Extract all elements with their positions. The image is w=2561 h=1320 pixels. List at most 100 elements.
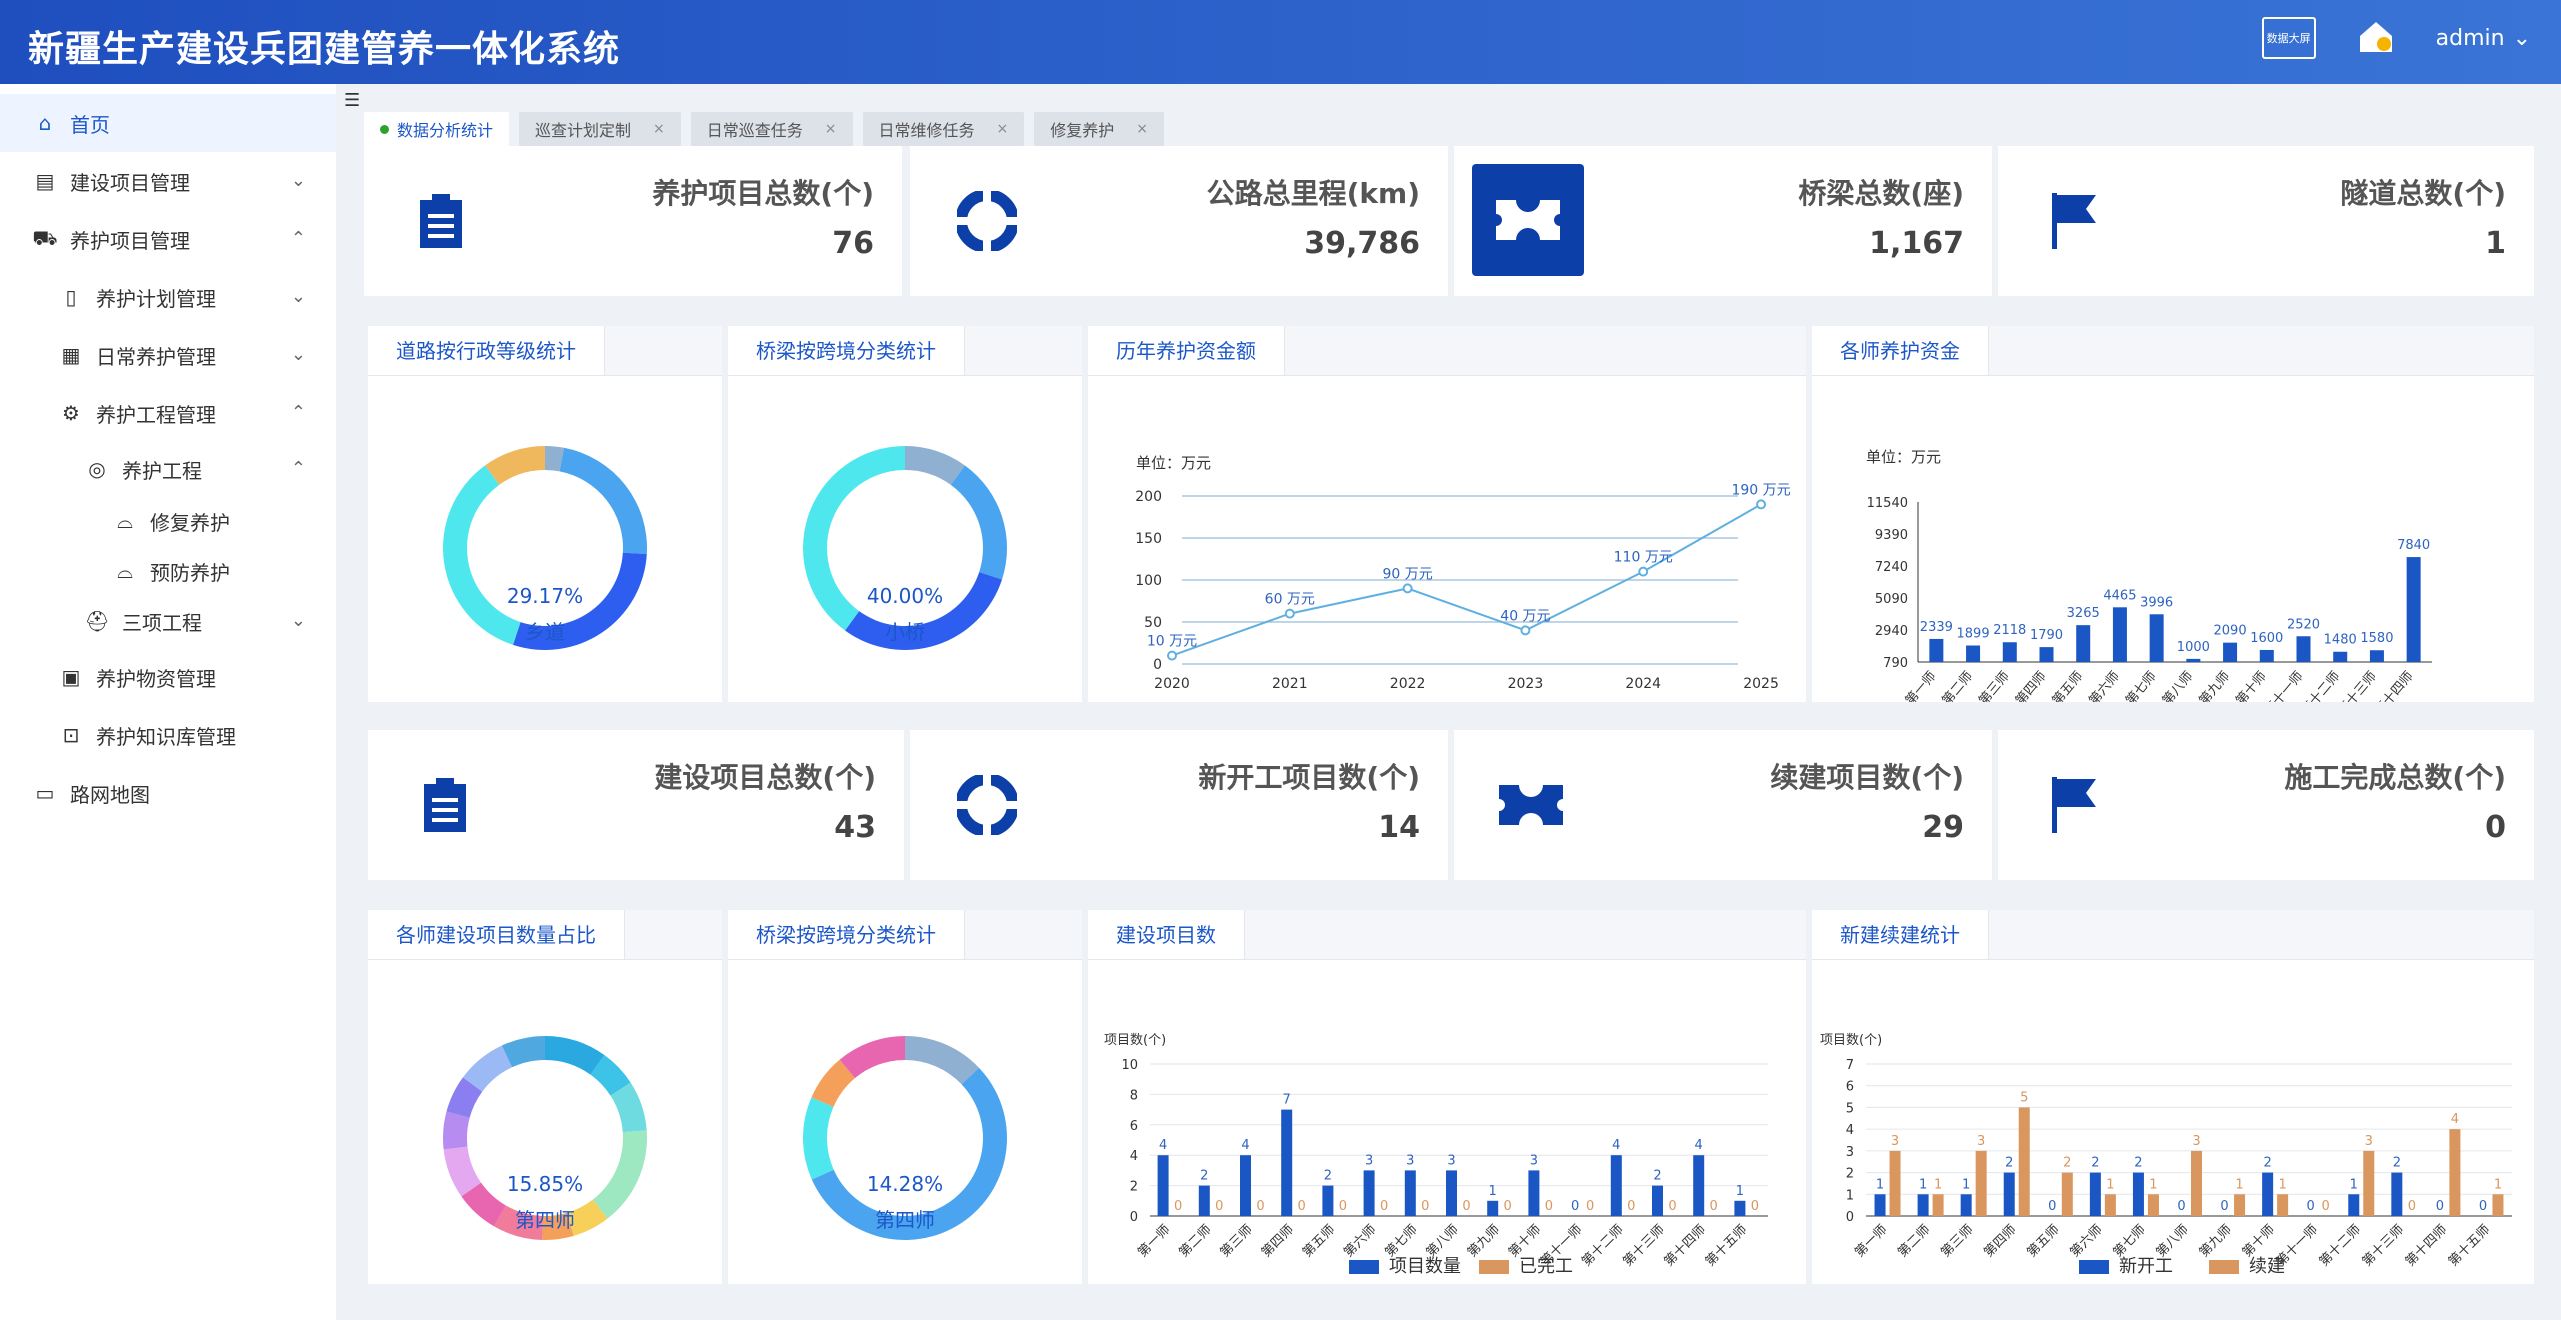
stat-label: 隧道总数(个)	[2340, 177, 2506, 210]
data-label: 4	[1612, 1138, 1620, 1153]
bar	[2132, 1172, 2144, 1216]
sidebar-item-knowledge[interactable]: ⊡ 养护知识库管理	[0, 706, 336, 764]
data-label: 0	[1339, 1199, 1347, 1214]
x-tick-label: 第二师	[1895, 1222, 1933, 1260]
sidebar-item-project[interactable]: ◎ 养护工程 ⌃	[0, 440, 336, 498]
x-tick-label: 第四师	[1981, 1222, 2019, 1260]
legend-label: 新开工	[2119, 1256, 2173, 1277]
y-tick-label: 9390	[1875, 528, 1908, 543]
bar	[2363, 1150, 2375, 1216]
menu-toggle-icon[interactable]: ☰	[344, 90, 360, 111]
data-label: 1	[1489, 1184, 1497, 1199]
bar	[1652, 1185, 1663, 1216]
tab-repair-maint[interactable]: 修复养护 ×	[1034, 112, 1165, 146]
tab-daily-repair[interactable]: 日常维修任务 ×	[862, 112, 1025, 146]
chevron-down-icon: ⌄	[290, 344, 306, 365]
panel-division-fund: 各师养护资金 单位：万元 790 2940 5090 7240 9390 11540 2339…	[1812, 326, 2534, 702]
axis-unit-label: 项目数(个)	[1104, 1033, 1166, 1048]
close-icon[interactable]: ×	[653, 121, 665, 137]
box-icon: ▣	[61, 665, 81, 689]
data-screen-button[interactable]: 数据大屏	[2261, 17, 2316, 59]
x-tick-label: 第十二师	[2317, 1222, 2364, 1269]
data-label: 4	[1159, 1138, 1167, 1153]
x-tick-label: 第一师	[1135, 1222, 1173, 1260]
sidebar-item-label: 预防养护	[150, 560, 230, 585]
panel-title: 建设项目数	[1088, 910, 1245, 959]
x-tick-label: 第十三师	[2360, 1222, 2407, 1269]
data-label: 0	[1545, 1199, 1553, 1214]
bar-chart: 单位：万元 790 2940 5090 7240 9390 11540 2339 第一师 1899…	[1866, 448, 2432, 702]
sidebar-item-map[interactable]: ▭ 路网地图	[0, 764, 336, 822]
close-icon[interactable]: ×	[825, 121, 837, 137]
stat-value: 1	[2485, 226, 2506, 261]
sidebar-item-daily[interactable]: ▦ 日常养护管理 ⌄	[0, 326, 336, 384]
sidebar-item-engineering[interactable]: ⚙ 养护工程管理 ⌃	[0, 384, 336, 442]
data-label: 7840	[2397, 538, 2430, 553]
stat-value: 1,167	[1869, 226, 1964, 261]
bar	[2296, 636, 2311, 662]
data-label: 0	[1668, 1199, 1676, 1214]
bar	[2262, 1172, 2274, 1216]
bridge-icon	[1472, 164, 1584, 276]
data-label: 2	[1200, 1169, 1208, 1184]
sidebar-item-label: 养护物资管理	[96, 666, 216, 691]
stat-card: 建设项目总数(个) 43	[368, 730, 904, 880]
y-tick-label: 150	[1135, 531, 1162, 547]
sidebar-item-home[interactable]: ⌂ 首页	[0, 94, 336, 152]
bar	[2018, 1107, 2030, 1216]
data-label: 0	[2436, 1199, 2444, 1214]
data-label: 1	[1876, 1177, 1884, 1192]
y-tick-label: 1	[1846, 1188, 1854, 1203]
sidebar-item-label: 养护工程管理	[96, 402, 216, 427]
y-tick-label: 2	[1130, 1180, 1138, 1195]
bar	[1281, 1109, 1293, 1216]
data-label: 1	[2149, 1177, 2157, 1192]
data-label: 3996	[2140, 595, 2173, 610]
legend-swatch	[2079, 1260, 2109, 1274]
tab-patrol-plan[interactable]: 巡查计划定制 ×	[519, 112, 681, 146]
x-tick-label: 第十三师	[2335, 669, 2380, 702]
stat-value: 0	[2485, 810, 2506, 845]
y-tick-label: 0	[1153, 657, 1162, 673]
stat-value: 76	[832, 226, 874, 261]
sidebar-item-material[interactable]: ▣ 养护物资管理	[0, 648, 336, 706]
hat-icon: ⛑	[84, 609, 110, 633]
tab-daily-patrol[interactable]: 日常巡查任务 ×	[690, 112, 853, 146]
sidebar-item-construction[interactable]: ▤ 建设项目管理 ⌄	[0, 152, 336, 210]
close-icon[interactable]: ×	[997, 121, 1009, 137]
data-point	[1402, 583, 1413, 594]
bar	[2076, 625, 2091, 662]
sidebar-item-three[interactable]: ⛑ 三项工程 ⌄	[0, 592, 336, 650]
sidebar-item-plan[interactable]: ▯ 养护计划管理 ⌄	[0, 268, 336, 326]
data-label: 90 万元	[1382, 566, 1432, 582]
tab-analysis[interactable]: 数据分析统计	[364, 112, 510, 146]
chevron-down-icon: ⌄	[290, 286, 306, 307]
x-tick-label: 第十四师	[2372, 669, 2417, 702]
calendar-icon: ▦	[61, 343, 81, 367]
data-point	[1638, 566, 1649, 577]
close-icon[interactable]: ×	[1136, 121, 1148, 137]
x-tick-label: 第七师	[1382, 1222, 1420, 1260]
bar	[1322, 1185, 1334, 1216]
sidebar-item-label: 建设项目管理	[70, 170, 190, 195]
stat-value: 39,786	[1304, 226, 1420, 261]
x-tick-label: 第三师	[1218, 1222, 1256, 1260]
bar	[2061, 1172, 2073, 1216]
bar	[2369, 650, 2384, 662]
data-label: 2	[2134, 1156, 2142, 1171]
x-tick-label: 2025	[1743, 676, 1779, 692]
home-notify-icon[interactable]	[2356, 16, 2396, 60]
user-menu[interactable]: admin ⌄	[2436, 26, 2531, 51]
donut-name: 乡道	[525, 620, 565, 644]
legend-label: 已完工	[1519, 1256, 1573, 1277]
chevron-up-icon: ⌃	[290, 458, 306, 479]
sidebar-item-label: 养护项目管理	[70, 228, 190, 253]
x-tick-label: 第十五师	[2446, 1222, 2493, 1269]
y-tick-label: 2940	[1875, 624, 1908, 639]
bar	[2259, 649, 2274, 662]
bar	[2406, 557, 2421, 662]
sidebar: ⌂ 首页 ▤ 建设项目管理 ⌄ ⛟ 养护项目管理 ⌃ ▯ 养护计划管理 ⌄ ▦ 日常养护管理 ⌄ …	[0, 84, 336, 1320]
data-label: 1000	[2177, 640, 2210, 655]
donut-chart	[803, 446, 1007, 650]
sidebar-item-maintenance[interactable]: ⛟ 养护项目管理 ⌃	[0, 210, 336, 268]
